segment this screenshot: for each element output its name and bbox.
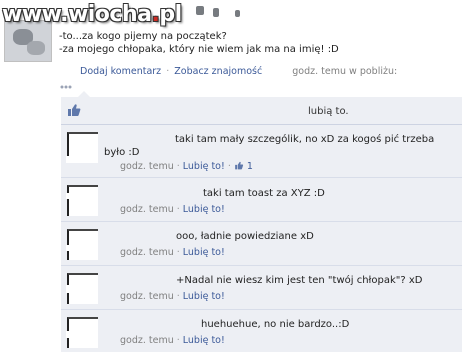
redacted-name [213, 8, 219, 17]
comment-meta: godz. temu · Lubię to! [120, 335, 225, 346]
comment-text: ooo, ładnie powiedziane xD [176, 231, 314, 242]
watermark-prefix: www. [2, 2, 68, 27]
comment-time: godz. temu [120, 335, 174, 346]
comment-text: taki tam toast za XYZ :D [203, 188, 325, 199]
comment-time: godz. temu [120, 204, 174, 215]
status-line: -za mojego chłopaka, który nie wiem jak … [59, 44, 339, 55]
like-comment-link[interactable]: Lubię to! [183, 247, 225, 258]
comment-text: +Nadal nie wiesz kim jest ten "twój chło… [176, 275, 423, 286]
comment-text: było :D [104, 147, 140, 158]
like-comment-link[interactable]: Lubię to! [183, 204, 225, 215]
post-timestamp: godz. temu w pobliżu: [292, 66, 398, 77]
comment-text: huehuehue, no nie bardzo..:D [201, 319, 350, 330]
like-comment-link[interactable]: Lubię to! [183, 161, 225, 172]
like-comment-link[interactable]: Lubię to! [183, 335, 225, 346]
comment-item: huehuehue, no nie bardzo..:D godz. temu ·… [61, 311, 462, 352]
likes-text: lubią to. [308, 106, 349, 117]
comment-item: ooo, ładnie powiedziane xD godz. temu · Lu… [61, 223, 462, 266]
likes-row: lubią to. [61, 97, 462, 125]
comment-time: godz. temu [120, 291, 174, 302]
commenter-avatar[interactable] [66, 273, 98, 304]
watermark-tld: pl [159, 2, 182, 27]
commenter-avatar[interactable] [66, 229, 98, 260]
redacted-name [235, 10, 240, 17]
comment-time: godz. temu [120, 161, 174, 172]
thumbs-up-icon [68, 104, 81, 116]
comment-meta: godz. temu · Lubię to! [120, 291, 225, 302]
status-line: -to...za kogo pijemy na początek? [59, 31, 227, 42]
status-message: -to...za kogo pijemy na początek? -za mo… [59, 30, 339, 56]
thumbs-up-icon[interactable] [234, 161, 244, 170]
like-comment-link[interactable]: Lubię to! [183, 291, 225, 302]
comment-text: taki tam mały szczególik, no xD za kogoś… [175, 134, 435, 145]
wiocha-watermark: www.wiocha.pl [2, 2, 182, 27]
post-actions: Dodaj komentarz · Zobacz znajomość godz.… [80, 66, 397, 77]
add-comment-link[interactable]: Dodaj komentarz [80, 66, 161, 77]
comment-meta: godz. temu · Lubię to! [120, 247, 225, 258]
redacted-name [196, 6, 204, 15]
comment-item: taki tam toast za XYZ :D godz. temu · Lubi… [61, 179, 462, 222]
comment-meta: godz. temu · Lubię to! [120, 204, 225, 215]
comment-like-count[interactable]: 1 [247, 161, 253, 172]
comment-item: +Nadal nie wiesz kim jest ten "twój chło… [61, 267, 462, 310]
comment-time: godz. temu [120, 247, 174, 258]
comment-item: taki tam mały szczególik, no xD za kogoś… [61, 126, 462, 178]
watermark-brand: wiocha [67, 2, 152, 27]
chat-bubbles-icon [60, 85, 72, 89]
comment-meta: godz. temu · Lubię to! · 1 [120, 161, 253, 172]
commenter-avatar[interactable] [66, 317, 98, 348]
commenter-avatar[interactable] [66, 132, 98, 163]
separator: · [166, 66, 170, 77]
comment-feed: lubią to. taki tam mały szczególik, no x… [61, 97, 462, 352]
see-friendship-link[interactable]: Zobacz znajomość [174, 66, 262, 77]
commenter-avatar[interactable] [66, 185, 98, 216]
